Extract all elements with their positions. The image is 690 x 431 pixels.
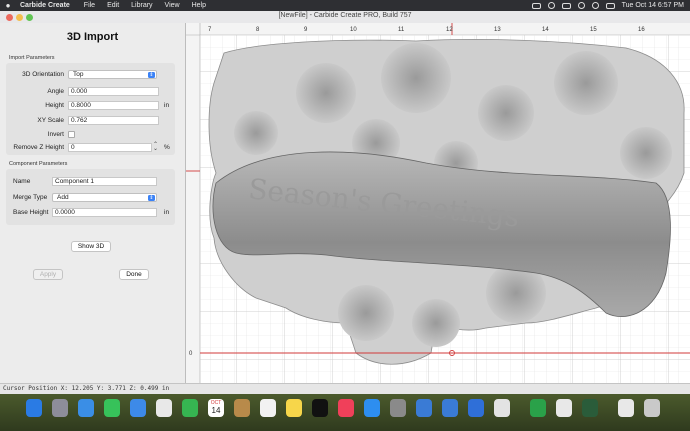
battery-icon[interactable] [561, 2, 571, 9]
menu-view[interactable]: View [159, 2, 186, 9]
facetime-icon[interactable] [182, 399, 198, 417]
dropdown-arrow-icon: ⇕ [148, 195, 155, 201]
utility-icon[interactable] [556, 399, 572, 417]
trash-icon[interactable] [644, 399, 660, 417]
safari-icon[interactable] [78, 399, 94, 417]
reminders-icon[interactable] [260, 399, 276, 417]
app-store-icon[interactable] [364, 399, 380, 417]
numbers-icon[interactable] [530, 399, 546, 417]
preview-icon[interactable] [494, 399, 510, 417]
invert-checkbox[interactable] [68, 131, 75, 138]
ruler-tick: 16 [638, 27, 645, 33]
contacts-icon[interactable] [234, 399, 250, 417]
angle-field[interactable]: 0.000 [68, 87, 159, 96]
merge-type-label: Merge Type [13, 194, 48, 201]
system-settings-icon[interactable] [390, 399, 406, 417]
roblox-icon[interactable] [468, 399, 484, 417]
notes-icon[interactable] [286, 399, 302, 417]
calendar-icon[interactable]: OCT 14 [208, 399, 224, 417]
menu-help[interactable]: Help [186, 2, 212, 9]
angle-label: Angle [47, 88, 64, 95]
ruler-tick: 12 [446, 27, 453, 33]
dropdown-arrow-icon: ⇕ [148, 72, 155, 78]
panel-title: 3D Import [66, 31, 119, 43]
clock[interactable]: Tue Oct 14 6:57 PM [622, 2, 684, 9]
status-bar: Cursor Position X: 12.205 Y: 3.771 Z: 0.… [0, 383, 690, 394]
canvas-svg: Season's Greetings 7 8 9 10 11 12 13 14 … [186, 23, 690, 383]
photos-icon[interactable] [156, 399, 172, 417]
cloud-sync-icon[interactable] [531, 2, 541, 9]
menu-bar: ● Carbide Create File Edit Library View … [0, 0, 690, 11]
orientation-select[interactable]: Top ⇕ [68, 70, 157, 79]
ruler-tick: 15 [590, 27, 597, 33]
height-field[interactable]: 0.8000 [68, 101, 159, 110]
menu-library[interactable]: Library [125, 2, 158, 9]
merge-type-value: Add [57, 194, 69, 201]
base-height-unit: in [164, 209, 170, 216]
import-parameters-group: 3D Orientation Top ⇕ Angle 0.000 Height … [6, 63, 175, 155]
remove-z-unit: % [164, 144, 170, 151]
design-canvas[interactable]: Season's Greetings 7 8 9 10 11 12 13 14 … [186, 23, 690, 383]
import-parameters-heading: Import Parameters [9, 55, 55, 61]
top-ruler [186, 23, 690, 35]
control-center-icon[interactable] [605, 2, 615, 9]
xyscale-label: XY Scale [37, 117, 64, 124]
finder-icon[interactable] [26, 399, 42, 417]
ruler-tick: 14 [542, 27, 549, 33]
orientation-value: Top [73, 71, 84, 78]
component-parameters-heading: Component Parameters [9, 161, 68, 167]
import-panel: 3D Import Import Parameters 3D Orientati… [0, 23, 186, 383]
height-label: Height [45, 102, 64, 109]
component-parameters-group: Name Component 1 Merge Type Add ⇕ Base H… [6, 169, 175, 225]
component-name-field[interactable]: Component 1 [52, 177, 157, 186]
search-icon[interactable] [591, 2, 599, 9]
downloads-icon[interactable] [618, 399, 634, 417]
merge-type-select[interactable]: Add ⇕ [52, 193, 157, 202]
xyscale-field[interactable]: 0.762 [68, 116, 159, 125]
done-button[interactable]: Done [119, 269, 149, 280]
carbide-motion-icon[interactable] [582, 399, 598, 417]
show-3d-button[interactable]: Show 3D [71, 241, 111, 252]
calendar-day: 14 [211, 406, 221, 415]
wifi-icon[interactable] [577, 2, 585, 9]
remove-z-field[interactable]: 0 [68, 143, 152, 152]
ruler-tick: 10 [350, 27, 357, 33]
carbide-create-pro-icon[interactable] [442, 399, 458, 417]
launchpad-icon[interactable] [52, 399, 68, 417]
apply-button[interactable]: Apply [33, 269, 63, 280]
name-label: Name [13, 178, 31, 185]
menu-edit[interactable]: Edit [101, 2, 125, 9]
app-menu[interactable]: Carbide Create [16, 2, 78, 9]
messages-icon[interactable] [104, 399, 120, 417]
carbide-create-icon[interactable] [416, 399, 432, 417]
apple-icon[interactable]: ● [0, 1, 16, 10]
mail-icon[interactable] [130, 399, 146, 417]
play-icon[interactable] [547, 2, 555, 9]
window-title: [NewFile] - Carbide Create PRO, Build 75… [278, 12, 412, 19]
ruler-tick: 13 [494, 27, 501, 33]
remove-z-label: Remove Z Height [13, 144, 64, 151]
tv-icon[interactable] [312, 399, 328, 417]
remove-z-stepper[interactable]: ⌃ ⌄ [153, 142, 158, 152]
dock: OCT 14 [0, 394, 690, 431]
ruler-tick: 11 [398, 27, 405, 33]
orientation-label: 3D Orientation [22, 71, 64, 78]
base-height-label: Base Height [13, 209, 49, 216]
music-icon[interactable] [338, 399, 354, 417]
left-ruler [186, 23, 200, 383]
invert-label: Invert [47, 131, 64, 138]
menu-file[interactable]: File [78, 2, 101, 9]
base-height-field[interactable]: 0.0000 [52, 208, 157, 217]
height-unit: in [164, 102, 170, 109]
